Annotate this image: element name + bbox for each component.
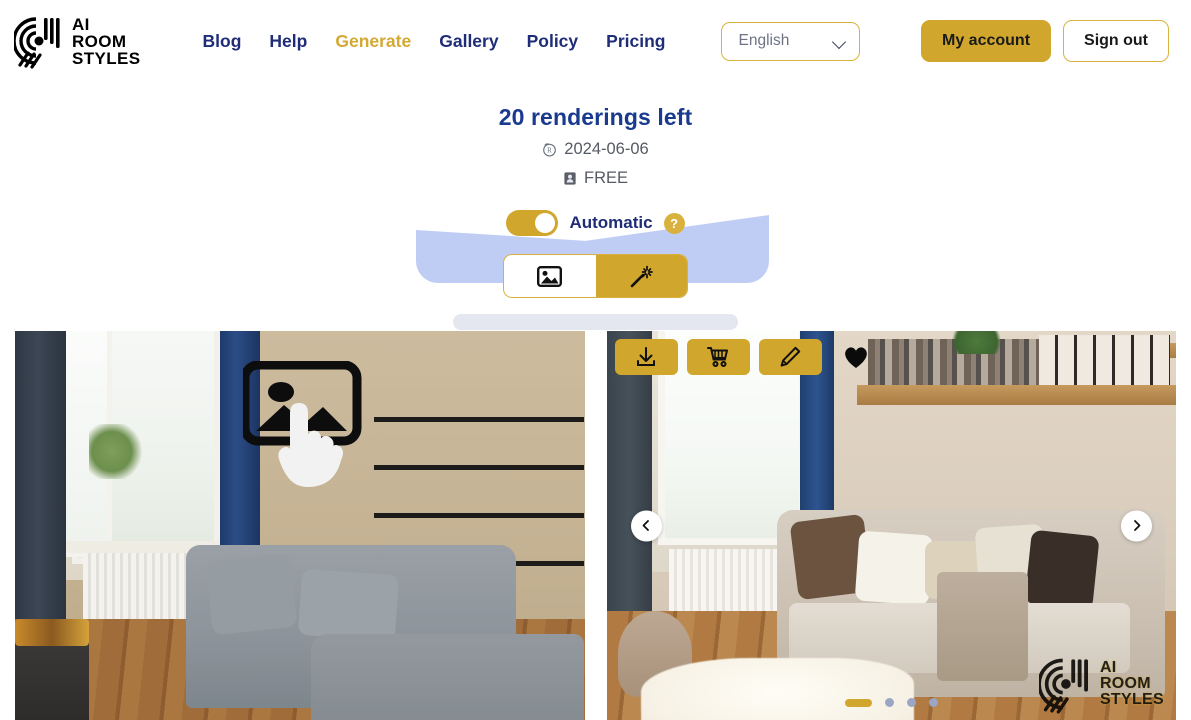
chevron-down-icon	[833, 37, 846, 45]
main-navigation: Blog Help Generate Gallery Policy Pricin…	[189, 25, 680, 58]
nav-item-gallery[interactable]: Gallery	[425, 25, 512, 58]
sign-out-button[interactable]: Sign out	[1063, 20, 1169, 62]
carousel-dot[interactable]	[906, 698, 916, 707]
image-comparison-area: AI ROOM STYLES	[0, 331, 1191, 720]
airoomstyles-watermark-icon	[1038, 658, 1088, 714]
pencil-icon	[780, 346, 801, 367]
watermark-wordmark: AI ROOM STYLES	[1100, 660, 1164, 708]
watermark-line-1: AI	[1099, 659, 1117, 676]
renewal-date-text: 2024-06-06	[564, 140, 649, 158]
my-account-button[interactable]: My account	[921, 20, 1052, 62]
site-header: AI ROOM STYLES Blog Help Generate Galler…	[0, 0, 1191, 82]
automatic-toggle[interactable]	[506, 210, 559, 236]
brand-line-2: ROOM	[72, 31, 127, 51]
carousel-dot[interactable]	[884, 698, 894, 707]
download-button[interactable]	[614, 339, 678, 375]
nav-item-help[interactable]: Help	[255, 25, 321, 58]
watermark-line-2: ROOM	[1099, 675, 1151, 692]
brand-logo[interactable]: AI ROOM STYLES	[14, 13, 141, 69]
buy-button[interactable]	[686, 339, 750, 375]
original-room-photo	[15, 331, 585, 720]
carousel-dot[interactable]	[844, 698, 872, 707]
mode-segmented-control	[503, 254, 688, 298]
nav-item-blog[interactable]: Blog	[189, 25, 256, 58]
airoomstyles-logo-icon	[14, 17, 60, 69]
favorite-button[interactable]	[841, 342, 871, 372]
shopping-cart-icon	[706, 347, 728, 367]
download-icon	[637, 347, 655, 366]
chevron-left-icon	[642, 520, 649, 531]
carousel-dot[interactable]	[928, 698, 938, 707]
brand-wordmark: AI ROOM STYLES	[72, 16, 141, 67]
brand-line-3: STYLES	[72, 48, 141, 68]
original-room-image[interactable]	[15, 331, 585, 720]
nav-item-pricing[interactable]: Pricing	[592, 25, 679, 58]
language-select-value: English	[738, 32, 790, 49]
toggle-knob	[535, 213, 556, 233]
plan-row: FREE	[0, 169, 1191, 188]
generation-progress-bar	[453, 314, 738, 330]
automatic-label: Automatic	[569, 213, 653, 232]
renew-r-icon: R	[543, 143, 557, 157]
carousel-next-button[interactable]	[1121, 510, 1152, 541]
nav-item-policy[interactable]: Policy	[513, 25, 593, 58]
card-icon	[564, 172, 576, 185]
question-mark-icon[interactable]: ?	[663, 212, 685, 234]
language-select[interactable]: English	[721, 21, 861, 61]
image-action-toolbar	[614, 339, 871, 375]
rendered-room-image[interactable]: AI ROOM STYLES	[606, 331, 1176, 720]
automatic-toggle-row: Automatic ?	[0, 210, 1191, 236]
edit-button[interactable]	[758, 339, 822, 375]
magic-mode-button[interactable]	[595, 255, 687, 297]
renewal-date-row: R 2024-06-06	[0, 140, 1191, 159]
nav-item-generate[interactable]: Generate	[321, 25, 425, 58]
header-actions: My account Sign out	[921, 20, 1177, 62]
heart-icon	[844, 347, 867, 368]
chevron-right-icon	[1133, 520, 1140, 531]
watermark-line-3: STYLES	[1099, 691, 1164, 708]
image-icon	[537, 265, 563, 287]
magic-wand-icon	[630, 265, 653, 287]
image-mode-button[interactable]	[504, 255, 596, 297]
carousel-prev-button[interactable]	[630, 510, 662, 541]
brand-line-1: AI	[72, 14, 90, 34]
plan-text: FREE	[583, 169, 628, 187]
status-and-controls: 20 renderings left R 2024-06-06 FREE Aut…	[0, 82, 1191, 330]
renderings-left-text: 20 renderings left	[498, 104, 693, 130]
svg-text:R: R	[547, 147, 552, 155]
image-watermark: AI ROOM STYLES	[1038, 654, 1164, 714]
